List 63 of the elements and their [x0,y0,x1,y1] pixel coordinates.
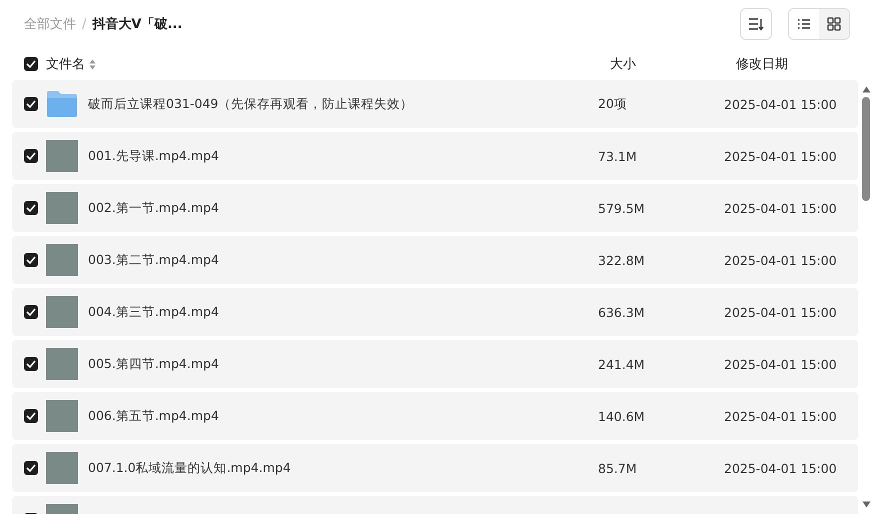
video-thumbnail-placeholder [46,244,78,276]
modified-date: 2025-04-01 15:00 [724,252,837,268]
grid-icon [827,17,841,31]
breadcrumb-separator: / [82,16,86,32]
row-checkbox[interactable] [24,409,38,423]
file-name: 004.第三节.mp4.mp4 [88,304,220,320]
select-all-checkbox[interactable] [24,57,38,71]
modified-date: 2025-04-01 15:00 [724,96,837,112]
row-checkbox[interactable] [24,305,38,319]
file-size: 322.8M [598,252,646,268]
file-size: 140.6M [598,408,646,424]
row-checkbox[interactable] [24,149,38,163]
modified-date: 2025-04-01 15:00 [724,356,837,372]
modified-date: 2025-04-01 15:00 [724,460,837,476]
grid-view-button[interactable] [819,9,849,39]
row-checkbox[interactable] [24,461,38,475]
row-checkbox[interactable] [24,201,38,215]
file-row[interactable]: 004.第三节.mp4.mp4 636.3M 2025-04-01 15:00 [12,288,858,336]
file-row[interactable]: 007.1.0私域流量的认知.mp4.mp4 85.7M 2025-04-01 15:00 [12,444,858,492]
file-name: 破而后立课程031-049（先保存再观看，防止课程失效） [88,96,414,112]
modified-date: 2025-04-01 15:00 [724,304,837,320]
sort-icon [748,17,764,31]
file-row[interactable]: 002.第一节.mp4.mp4 579.5M 2025-04-01 15:00 [12,184,858,232]
sort-button[interactable] [740,8,772,40]
file-row[interactable]: 破而后立课程031-049（先保存再观看，防止课程失效） 20项 2025-04-01 15:00 [12,80,858,128]
modified-date: 2025-04-01 15:00 [724,408,837,424]
video-thumbnail-placeholder [46,140,78,172]
row-checkbox[interactable] [24,253,38,267]
modified-date: 2025-04-01 15:00 [724,148,837,164]
file-size: 241.4M [598,356,646,372]
column-header[interactable]: 修改日期 [736,55,788,73]
scroll-down-icon[interactable] [862,501,870,508]
file-name: 003.第二节.mp4.mp4 [88,252,220,268]
column-header[interactable]: 大小 [610,55,730,73]
sort-arrows-icon[interactable] [89,58,96,70]
video-thumbnail-placeholder [46,348,78,380]
file-size: 636.3M [598,304,646,320]
file-row[interactable]: 001.先导课.mp4.mp4 73.1M 2025-04-01 15:00 [12,132,858,180]
column-header[interactable]: 文件名 [46,55,85,73]
file-name: 002.第一节.mp4.mp4 [88,200,220,216]
row-checkbox[interactable] [24,357,38,371]
file-name: 001.先导课.mp4.mp4 [88,148,220,164]
file-size: 579.5M [598,200,646,216]
row-checkbox[interactable] [24,97,38,111]
video-thumbnail-placeholder [46,192,78,224]
scroll-up-icon[interactable] [862,86,870,93]
file-row[interactable]: 005.第四节.mp4.mp4 241.4M 2025-04-01 15:00 [12,340,858,388]
file-name: 006.第五节.mp4.mp4 [88,408,220,424]
scrollbar-thumb[interactable] [862,97,870,201]
video-thumbnail-placeholder [46,452,78,484]
list-icon [797,18,811,30]
file-size: 73.1M [598,148,638,164]
file-size: 85.7M [598,460,638,476]
video-thumbnail-placeholder [46,400,78,432]
file-row[interactable]: 006.第五节.mp4.mp4 140.6M 2025-04-01 15:00 [12,392,858,440]
file-name: 005.第四节.mp4.mp4 [88,356,220,372]
video-thumbnail-placeholder [46,296,78,328]
file-row[interactable]: 003.第二节.mp4.mp4 322.8M 2025-04-01 15:00 [12,236,858,284]
modified-date: 2025-04-01 15:00 [724,200,837,216]
breadcrumb-item[interactable]: 抖音大V「破... [92,15,182,33]
file-name: 007.1.0私域流量的认知.mp4.mp4 [88,460,292,476]
file-size: 20项 [598,96,628,112]
folder-icon [46,90,78,118]
